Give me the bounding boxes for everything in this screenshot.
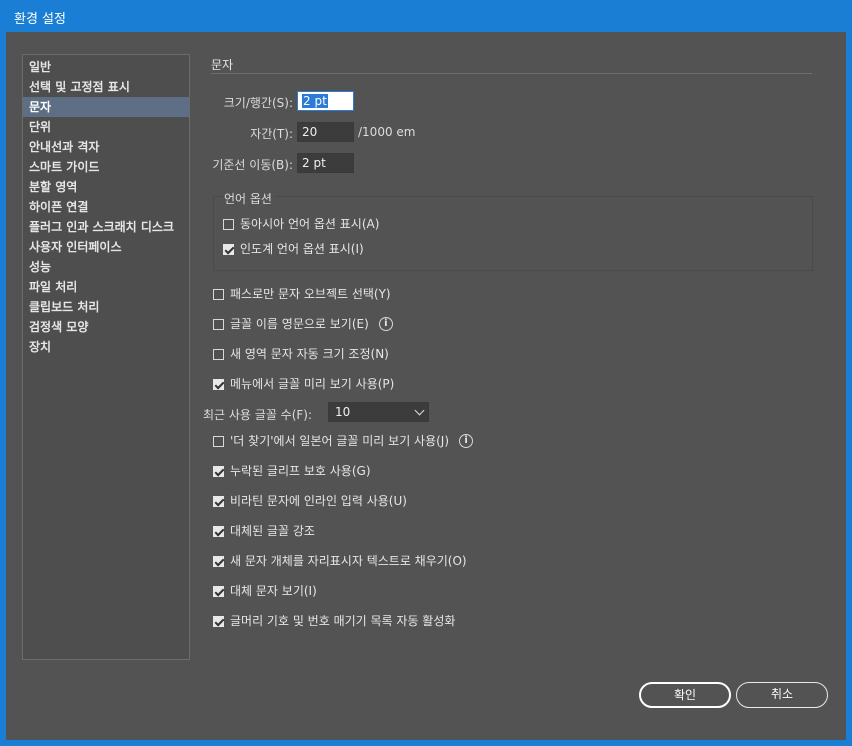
tracking-label: 자간(T): xyxy=(250,127,293,141)
size-leading-input[interactable]: 2 pt xyxy=(297,91,354,111)
japanese-font-preview-label: '더 찾기'에서 일본어 글꼴 미리 보기 사용(J) xyxy=(230,434,450,448)
auto-size-area-type-checkbox[interactable] xyxy=(213,348,224,360)
east-asian-options-row[interactable]: 동아시아 언어 옵션 표시(A) xyxy=(223,215,379,233)
type-object-selection-row[interactable]: 패스로만 문자 오브젝트 선택(Y) xyxy=(213,285,391,303)
sidebar-item-black-appearance[interactable]: 검정색 모양 xyxy=(23,317,189,337)
inline-input-label: 비라틴 문자에 인라인 입력 사용(U) xyxy=(230,494,407,508)
auto-bullets-numbering-label: 글머리 기호 및 번호 매기기 목록 자동 활성화 xyxy=(230,614,456,628)
inline-input-row[interactable]: 비라틴 문자에 인라인 입력 사용(U) xyxy=(213,492,407,510)
sidebar-item-user-interface[interactable]: 사용자 인터페이스 xyxy=(23,237,189,257)
indic-options-label: 인도계 언어 옵션 표시(I) xyxy=(240,242,364,256)
type-object-selection-label: 패스로만 문자 오브젝트 선택(Y) xyxy=(230,287,391,301)
recent-fonts-select[interactable]: 10 xyxy=(328,402,429,422)
font-preview-menu-checkbox[interactable] xyxy=(213,378,224,390)
sidebar-item-devices[interactable]: 장치 xyxy=(23,337,189,357)
sidebar-item-general[interactable]: 일반 xyxy=(23,57,189,77)
east-asian-options-checkbox[interactable] xyxy=(223,218,234,230)
auto-bullets-numbering-checkbox[interactable] xyxy=(213,615,224,627)
type-settings-panel: 문자 크기/행간(S): 2 pt 자간(T): 20 /1000 em 기준선… xyxy=(196,32,846,740)
preferences-window: 환경 설정 일반 선택 및 고정점 표시 문자 단위 안내선과 격자 스마트 가… xyxy=(0,0,852,746)
auto-size-area-type-row[interactable]: 새 영역 문자 자동 크기 조정(N) xyxy=(213,345,389,363)
font-names-english-row[interactable]: 글꼴 이름 영문으로 보기(E) i xyxy=(213,315,393,333)
missing-glyph-protection-checkbox[interactable] xyxy=(213,465,224,477)
highlight-substituted-fonts-checkbox[interactable] xyxy=(213,525,224,537)
indic-options-checkbox[interactable] xyxy=(223,243,234,255)
east-asian-options-label: 동아시아 언어 옵션 표시(A) xyxy=(240,217,380,231)
size-leading-value: 2 pt xyxy=(302,94,328,108)
missing-glyph-protection-label: 누락된 글리프 보호 사용(G) xyxy=(230,464,371,478)
font-names-english-label: 글꼴 이름 영문으로 보기(E) xyxy=(230,317,369,331)
sidebar-item-file-handling[interactable]: 파일 처리 xyxy=(23,277,189,297)
baseline-shift-input[interactable]: 2 pt xyxy=(297,153,354,173)
tracking-unit: /1000 em xyxy=(358,125,416,139)
window-title: 환경 설정 xyxy=(14,12,66,27)
recent-fonts-value: 10 xyxy=(335,405,351,419)
show-alternate-glyphs-checkbox[interactable] xyxy=(213,585,224,597)
japanese-font-preview-row[interactable]: '더 찾기'에서 일본어 글꼴 미리 보기 사용(J) i xyxy=(213,432,474,450)
indic-options-row[interactable]: 인도계 언어 옵션 표시(I) xyxy=(223,240,364,258)
auto-size-area-type-label: 새 영역 문자 자동 크기 조정(N) xyxy=(230,347,389,361)
sidebar-item-smart-guides[interactable]: 스마트 가이드 xyxy=(23,157,189,177)
show-alternate-glyphs-label: 대체 문자 보기(I) xyxy=(230,584,317,598)
sidebar-item-type[interactable]: 문자 xyxy=(23,97,189,117)
category-list: 일반 선택 및 고정점 표시 문자 단위 안내선과 격자 스마트 가이드 분할 … xyxy=(22,54,190,660)
sidebar-item-selection-anchor-display[interactable]: 선택 및 고정점 표시 xyxy=(23,77,189,97)
auto-bullets-numbering-row[interactable]: 글머리 기호 및 번호 매기기 목록 자동 활성화 xyxy=(213,612,455,630)
placeholder-text-label: 새 문자 개체를 자리표시자 텍스트로 채우기(O) xyxy=(230,554,467,568)
placeholder-text-checkbox[interactable] xyxy=(213,555,224,567)
sidebar-item-guides-grid[interactable]: 안내선과 격자 xyxy=(23,137,189,157)
font-names-english-checkbox[interactable] xyxy=(213,318,224,330)
chevron-down-icon xyxy=(414,405,425,416)
japanese-font-preview-checkbox[interactable] xyxy=(213,435,224,447)
highlight-substituted-fonts-row[interactable]: 대체된 글꼴 강조 xyxy=(213,522,315,540)
info-icon[interactable]: i xyxy=(378,317,393,331)
sidebar-item-performance[interactable]: 성능 xyxy=(23,257,189,277)
recent-fonts-label: 최근 사용 글꼴 수(F): xyxy=(203,408,313,422)
language-options-title: 언어 옵션 xyxy=(224,190,276,207)
language-options-group xyxy=(213,196,813,271)
sidebar-item-hyphenation[interactable]: 하이픈 연결 xyxy=(23,197,189,217)
show-alternate-glyphs-row[interactable]: 대체 문자 보기(I) xyxy=(213,582,317,600)
size-leading-label: 크기/행간(S): xyxy=(223,96,293,110)
sidebar-item-plugins-scratch-disks[interactable]: 플러그 인과 스크래치 디스크 xyxy=(23,217,189,237)
cancel-button[interactable]: 취소 xyxy=(736,682,828,708)
sidebar-item-slices[interactable]: 분할 영역 xyxy=(23,177,189,197)
placeholder-text-row[interactable]: 새 문자 개체를 자리표시자 텍스트로 채우기(O) xyxy=(213,552,467,570)
info-icon[interactable]: i xyxy=(459,434,474,448)
sidebar-item-clipboard-handling[interactable]: 클립보드 처리 xyxy=(23,297,189,317)
dialog-body: 일반 선택 및 고정점 표시 문자 단위 안내선과 격자 스마트 가이드 분할 … xyxy=(6,32,846,740)
inline-input-checkbox[interactable] xyxy=(213,495,224,507)
font-preview-menu-row[interactable]: 메뉴에서 글꼴 미리 보기 사용(P) xyxy=(213,375,394,393)
ok-button[interactable]: 확인 xyxy=(639,682,731,708)
sidebar-item-units[interactable]: 단위 xyxy=(23,117,189,137)
missing-glyph-protection-row[interactable]: 누락된 글리프 보호 사용(G) xyxy=(213,462,371,480)
section-title: 문자 xyxy=(211,58,234,72)
highlight-substituted-fonts-label: 대체된 글꼴 강조 xyxy=(230,524,315,538)
font-preview-menu-label: 메뉴에서 글꼴 미리 보기 사용(P) xyxy=(230,377,395,391)
type-object-selection-checkbox[interactable] xyxy=(213,288,224,300)
section-divider xyxy=(211,73,812,74)
tracking-input[interactable]: 20 xyxy=(297,122,354,142)
baseline-shift-label: 기준선 이동(B): xyxy=(212,158,293,172)
